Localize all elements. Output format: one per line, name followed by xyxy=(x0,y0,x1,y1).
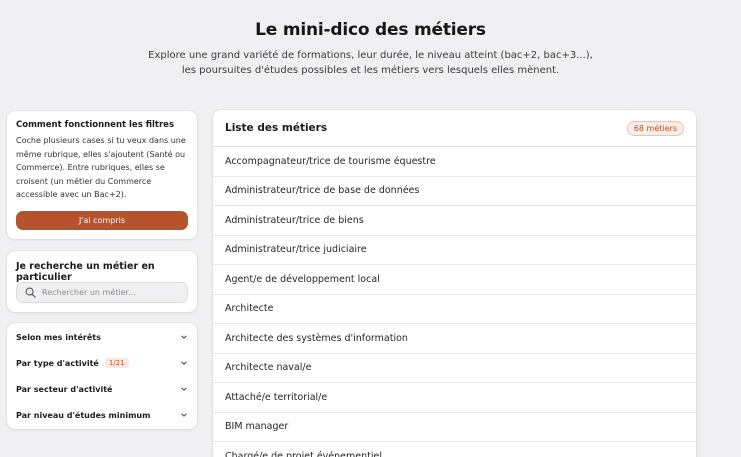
filter-label: Par secteur d'activité xyxy=(16,384,113,394)
filter-label: Par type d'activité xyxy=(16,358,99,368)
job-list-item[interactable]: Accompagnateur/trice de tourisme équestr… xyxy=(213,147,696,177)
chevron-down-icon xyxy=(181,413,187,417)
list-title: Liste des métiers xyxy=(225,122,328,134)
job-list-item[interactable]: Administrateur/trice de biens xyxy=(213,206,696,236)
job-list-item[interactable]: Attaché/e territorial/e xyxy=(213,383,696,413)
help-text: Coche plusieurs cases si tu veux dans un… xyxy=(16,136,186,200)
page-title: Le mini-dico des métiers xyxy=(255,20,486,40)
job-list-item[interactable]: Architecte xyxy=(213,295,696,324)
job-list-item[interactable]: Administrateur/trice de base de données xyxy=(213,177,696,206)
jobs-list-card: Liste des métiers 68 métiers Accompagnat… xyxy=(213,110,696,457)
job-list-item[interactable]: Architecte des systèmes d'information xyxy=(213,324,696,354)
help-heading: Comment fonctionnent les filtres xyxy=(16,120,175,130)
chevron-down-icon xyxy=(181,387,187,391)
job-list-item[interactable]: Architecte naval/e xyxy=(213,354,696,383)
subtitle-line-2: les poursuites d'études possibles et les… xyxy=(181,65,560,76)
filters-help-card: Comment fonctionnent les filtres Coche p… xyxy=(7,111,197,239)
filter-label: Selon mes intérêts xyxy=(16,332,101,342)
filter-study-level[interactable]: Par niveau d'études minimum xyxy=(16,408,188,422)
filter-interests[interactable]: Selon mes intérêts xyxy=(16,330,188,344)
job-list-item[interactable]: BIM manager xyxy=(213,413,696,442)
search-card: Je recherche un métier en particulier xyxy=(7,251,197,312)
search-input[interactable] xyxy=(42,288,182,297)
page-subtitle: Explore une grand variété de formations,… xyxy=(0,48,741,78)
job-list-item[interactable]: Chargé/e de projet événementiel xyxy=(213,442,696,457)
list-header: Liste des métiers 68 métiers xyxy=(213,110,696,147)
search-box[interactable] xyxy=(16,282,188,303)
filter-accordion: Selon mes intérêts Par type d'activité 1… xyxy=(7,323,197,429)
selection-count-badge: 1/21 xyxy=(104,358,129,368)
search-icon xyxy=(25,287,36,298)
job-list-item[interactable]: Administrateur/trice judiciaire xyxy=(213,236,696,265)
subtitle-line-1: Explore une grand variété de formations,… xyxy=(148,50,593,61)
chevron-down-icon xyxy=(181,335,187,339)
understood-button[interactable]: J'ai compris xyxy=(16,211,188,230)
jobs-count-badge: 68 métiers xyxy=(626,120,684,136)
chevron-down-icon xyxy=(181,361,187,365)
filter-label: Par niveau d'études minimum xyxy=(16,410,151,420)
job-list-item[interactable]: Agent/e de développement local xyxy=(213,265,696,295)
filter-sector[interactable]: Par secteur d'activité xyxy=(16,382,188,396)
filter-activity-type[interactable]: Par type d'activité 1/21 xyxy=(16,356,188,370)
search-heading: Je recherche un métier en particulier xyxy=(16,261,155,283)
